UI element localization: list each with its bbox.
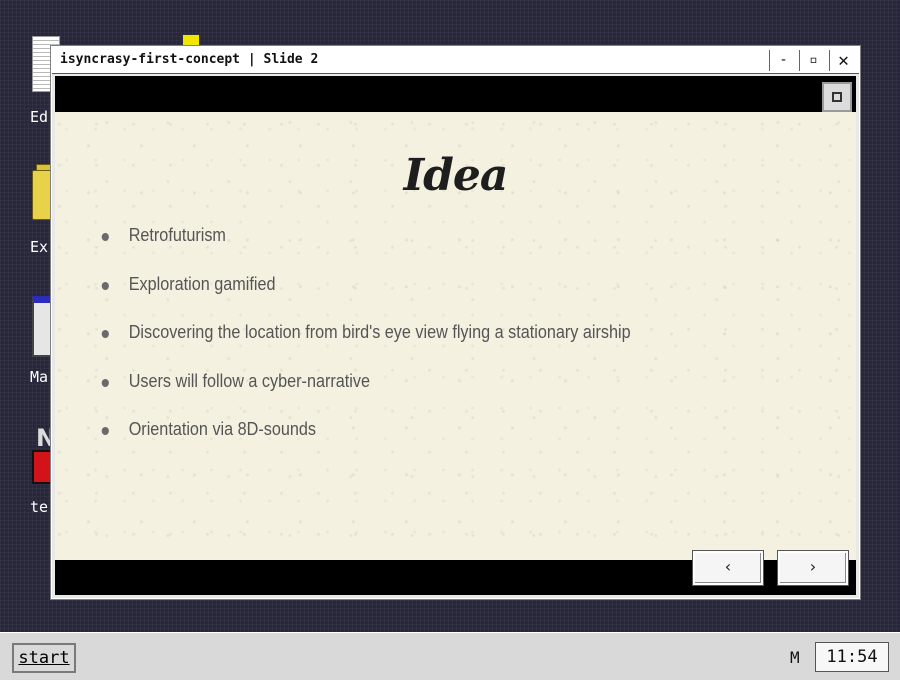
bullet-dot-icon (101, 233, 109, 241)
desktop-icon-label: Ma (30, 368, 49, 386)
bullet-list: Retrofuturism Exploration gamified Disco… (99, 225, 690, 468)
next-slide-button[interactable]: › (778, 551, 848, 585)
bullet-dot-icon (101, 281, 109, 290)
bullet-dot-icon (101, 427, 109, 435)
slide-top-bar (55, 76, 856, 112)
slide-viewer: Idea Retrofuturism Exploration gamified … (55, 76, 856, 595)
desktop-icon-label: Ed (30, 108, 49, 126)
desktop-icon-label: te (30, 498, 49, 516)
tray-indicator[interactable]: M (790, 648, 800, 667)
maximize-button[interactable]: ▫ (799, 50, 827, 71)
slide-content: Idea Retrofuturism Exploration gamified … (55, 112, 856, 560)
bullet-dot-icon (101, 378, 109, 387)
presentation-window: isyncrasy-first-concept | Slide 2 - ▫ ✕ … (51, 46, 860, 599)
start-button[interactable]: start (12, 643, 76, 673)
clock: 11:54 (815, 642, 889, 672)
bullet-item: Retrofuturism (99, 225, 631, 274)
previous-slide-button[interactable]: ‹ (693, 551, 763, 585)
bullet-item: Users will follow a cyber-narrative (99, 371, 631, 420)
fullscreen-button[interactable] (822, 82, 852, 112)
taskbar: start M 11:54 (0, 632, 900, 680)
minimize-button[interactable]: - (769, 50, 797, 71)
window-title: isyncrasy-first-concept | Slide 2 (60, 52, 319, 67)
bullet-item: Discovering the location from bird's eye… (99, 322, 631, 371)
slide-title: Idea (403, 150, 509, 201)
desktop-icon-label: Ex (30, 238, 49, 256)
bullet-item: Orientation via 8D-sounds (99, 419, 631, 468)
bullet-dot-icon (101, 330, 109, 338)
bullet-item: Exploration gamified (99, 274, 631, 323)
close-button[interactable]: ✕ (829, 50, 857, 71)
window-titlebar[interactable]: isyncrasy-first-concept | Slide 2 - ▫ ✕ (52, 47, 859, 74)
